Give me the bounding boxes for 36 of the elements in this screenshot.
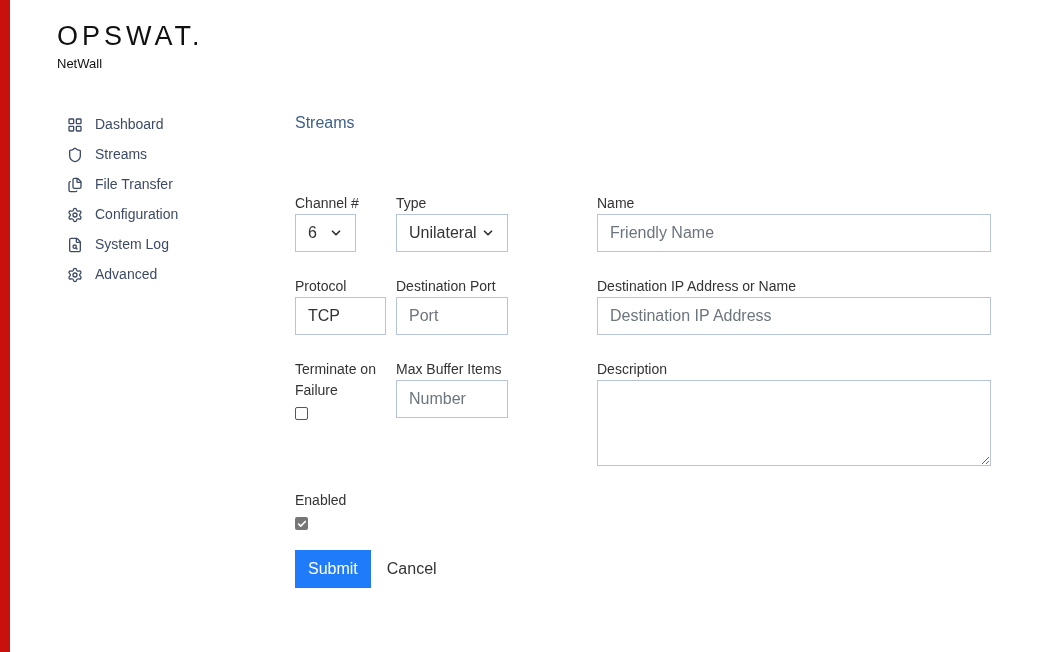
field-label: Enabled — [295, 491, 348, 510]
field-label: Destination Port — [396, 277, 497, 296]
dropdown[interactable]: 6 — [295, 214, 356, 252]
log-search-icon — [67, 236, 83, 253]
gear-icon — [67, 266, 83, 283]
input-field[interactable]: Friendly Name — [597, 214, 991, 252]
field-label: Destination IP Address or Name — [597, 277, 797, 296]
cancel-link[interactable]: Cancel — [386, 557, 437, 581]
field-label: Max Buffer Items — [396, 360, 503, 379]
shield-icon — [67, 146, 83, 163]
input-field[interactable]: Destination IP Address — [597, 297, 991, 335]
field-label: Name — [597, 194, 636, 213]
files-icon — [67, 176, 83, 193]
page-title: Streams — [295, 113, 356, 133]
field-label: Protocol — [295, 277, 348, 296]
sidebar-item[interactable]: Configuration — [67, 203, 295, 226]
input-field[interactable]: TCP — [295, 297, 386, 335]
submit-button[interactable]: Submit — [295, 550, 371, 588]
sidebar-item[interactable]: Dashboard — [67, 113, 295, 136]
gear-icon — [67, 206, 83, 223]
field-label: Terminate on Failure — [295, 360, 377, 400]
sidebar-item[interactable]: System Log — [67, 233, 295, 256]
input-field[interactable]: Number — [396, 380, 508, 418]
checkbox[interactable] — [295, 517, 308, 530]
logo: OPSWAT. — [57, 22, 205, 50]
input-field[interactable]: Port — [396, 297, 508, 335]
sidebar-item[interactable]: Advanced — [67, 263, 295, 286]
dashboard-grid-icon — [67, 116, 83, 133]
product-name: NetWall — [57, 55, 104, 73]
sidebar-item[interactable]: File Transfer — [67, 173, 295, 196]
field-label: Type — [396, 194, 428, 213]
field-label: Channel # — [295, 194, 360, 213]
field-label: Description — [597, 360, 669, 379]
checkbox[interactable] — [295, 407, 308, 420]
dropdown[interactable]: Unilateral — [396, 214, 508, 252]
sidebar-item[interactable]: Streams — [67, 143, 295, 166]
